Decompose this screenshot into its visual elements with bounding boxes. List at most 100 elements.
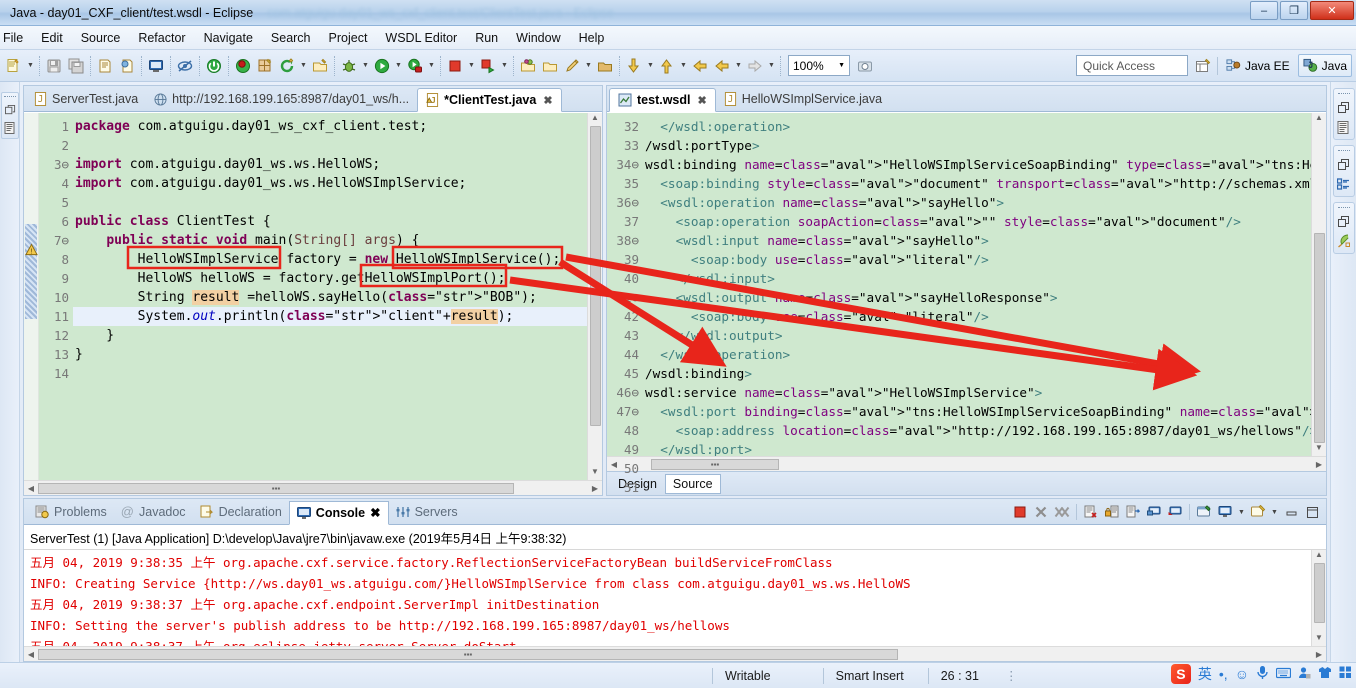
new-project-icon[interactable] — [276, 55, 298, 77]
restore-icon[interactable] — [1337, 101, 1351, 115]
open-task-icon[interactable] — [539, 55, 561, 77]
stop-icon[interactable] — [444, 55, 466, 77]
close-icon[interactable]: ✖ — [698, 94, 707, 107]
left-editor-vscrollbar[interactable]: ▲ ▼ — [587, 113, 602, 480]
remove-all-launches-icon[interactable] — [1052, 502, 1072, 522]
console-vscrollbar[interactable]: ▲ ▼ — [1311, 550, 1326, 646]
tab-server-test-java[interactable]: J ServerTest.java — [26, 87, 146, 111]
new-java-class-icon[interactable] — [254, 55, 276, 77]
run-server-icon[interactable] — [477, 55, 499, 77]
ime-language-icon[interactable]: 英 — [1198, 664, 1212, 684]
tab-javadoc[interactable]: @ Javadoc — [114, 500, 193, 524]
tab-console[interactable]: Console ✖ — [288, 500, 389, 525]
menu-file[interactable]: File — [0, 28, 32, 48]
run-server-dropdown-icon[interactable]: ▼ — [499, 55, 510, 77]
menu-refactor[interactable]: Refactor — [129, 28, 194, 48]
ime-toolbox-icon[interactable] — [1339, 666, 1352, 682]
new-project-dropdown-icon[interactable]: ▼ — [298, 55, 309, 77]
ime-emoji-icon[interactable]: ☺ — [1235, 666, 1249, 682]
restore-icon[interactable] — [1337, 215, 1351, 229]
quick-access-input[interactable]: Quick Access — [1076, 55, 1188, 76]
close-icon[interactable]: ✖ — [370, 505, 380, 520]
ime-user-icon[interactable] — [1298, 666, 1311, 682]
refresh-search-icon[interactable] — [232, 55, 254, 77]
tab-client-test-java[interactable]: J *ClientTest.java ✖ — [417, 88, 562, 112]
run-icon[interactable] — [371, 55, 393, 77]
outline-view-icon[interactable] — [1337, 120, 1351, 134]
console-display-icon[interactable] — [1215, 502, 1235, 522]
left-editor-annotation-column[interactable]: ! — [24, 113, 39, 480]
open-perspective-icon[interactable] — [1192, 55, 1214, 77]
tab-source[interactable]: Source — [664, 473, 721, 494]
terminate-icon[interactable] — [203, 55, 225, 77]
scroll-lock-icon[interactable] — [1102, 502, 1122, 522]
menu-run[interactable]: Run — [466, 28, 507, 48]
maximize-icon[interactable] — [1302, 502, 1322, 522]
rail-grip[interactable] — [1337, 207, 1350, 210]
menu-search[interactable]: Search — [262, 28, 320, 48]
console-hscrollbar[interactable]: ◀ ▪▪▪ ▶ — [24, 646, 1326, 661]
tab-hellowsimplservice-java[interactable]: J HelloWSImplService.java — [716, 87, 890, 111]
clear-console-icon[interactable] — [1081, 502, 1101, 522]
debug-dropdown-icon[interactable]: ▼ — [360, 55, 371, 77]
save-all-icon[interactable] — [65, 55, 87, 77]
tab-test-wsdl[interactable]: test.wsdl ✖ — [609, 88, 716, 112]
run-external-dropdown-icon[interactable]: ▼ — [426, 55, 437, 77]
close-icon[interactable]: ✖ — [543, 94, 552, 107]
open-type-icon[interactable] — [517, 55, 539, 77]
print-icon[interactable] — [94, 55, 116, 77]
tab-wsdl-url[interactable]: http://192.168.199.165:8987/day01_ws/h..… — [146, 87, 417, 111]
left-editor-code[interactable]: package com.atguigu.day01_ws_cxf_client.… — [73, 113, 587, 480]
back-history-icon[interactable] — [689, 55, 711, 77]
next-annotation-dropdown-icon[interactable]: ▼ — [645, 55, 656, 77]
ime-keyboard-icon[interactable] — [1275, 666, 1292, 682]
new-wizard-dropdown-icon[interactable]: ▼ — [25, 55, 36, 77]
display-selected-console-icon[interactable] — [1144, 502, 1164, 522]
terminate-icon[interactable] — [1010, 502, 1030, 522]
menu-source[interactable]: Source — [72, 28, 130, 48]
back-icon[interactable] — [711, 55, 733, 77]
pin-console-icon[interactable] — [1123, 502, 1143, 522]
maximize-button[interactable]: ❐ — [1280, 1, 1308, 20]
rail-grip[interactable] — [4, 96, 16, 99]
new-package-icon[interactable] — [309, 55, 331, 77]
back-dropdown-icon[interactable]: ▼ — [733, 55, 744, 77]
zoom-select[interactable]: 100% ▼ — [788, 55, 850, 76]
run-external-tools-icon[interactable] — [404, 55, 426, 77]
new-wizard-icon[interactable] — [3, 55, 25, 77]
export-icon[interactable] — [116, 55, 138, 77]
tab-servers[interactable]: Servers — [389, 500, 465, 524]
debug-icon[interactable] — [338, 55, 360, 77]
tab-problems[interactable]: Problems — [28, 500, 114, 524]
open-resource-icon[interactable] — [594, 55, 616, 77]
previous-annotation-dropdown-icon[interactable]: ▼ — [678, 55, 689, 77]
stop-dropdown-icon[interactable]: ▼ — [466, 55, 477, 77]
new-console-view-icon[interactable] — [1194, 502, 1214, 522]
ime-punctuation-icon[interactable]: •, — [1219, 666, 1228, 682]
console-log[interactable]: 五月 04, 2019 9:38:35 上午 org.apache.cxf.se… — [24, 550, 1311, 646]
menu-help[interactable]: Help — [570, 28, 614, 48]
screenshot-icon[interactable] — [854, 55, 876, 77]
menu-wsdl-editor[interactable]: WSDL Editor — [376, 28, 466, 48]
left-editor-hscrollbar[interactable]: ◀ ▪▪▪ ▶ — [24, 480, 602, 495]
pencil-dropdown-icon[interactable]: ▼ — [583, 55, 594, 77]
console-dropdown-icon[interactable]: ▼ — [1236, 501, 1247, 523]
pencil-icon[interactable] — [561, 55, 583, 77]
rail-grip[interactable] — [1337, 93, 1350, 96]
forward-icon[interactable] — [744, 55, 766, 77]
next-annotation-icon[interactable] — [623, 55, 645, 77]
right-editor-vscrollbar[interactable]: ▲ ▼ — [1311, 113, 1326, 456]
restore-icon[interactable] — [1337, 158, 1351, 172]
close-button[interactable]: ✕ — [1310, 1, 1354, 20]
remove-launch-icon[interactable] — [1031, 502, 1051, 522]
right-editor-hscrollbar[interactable]: ◀ ▪▪▪ ▶ — [607, 456, 1326, 471]
ime-skin-icon[interactable] — [1318, 666, 1332, 682]
open-console-dropdown-icon[interactable]: ▼ — [1269, 501, 1280, 523]
menu-navigate[interactable]: Navigate — [195, 28, 262, 48]
right-editor-code[interactable]: </wsdl:operation>/wsdl:portType> wsdl:bin… — [643, 113, 1311, 456]
sogou-logo-icon[interactable]: S — [1170, 664, 1191, 684]
open-console-menu-icon[interactable] — [1248, 502, 1268, 522]
console-icon[interactable] — [145, 55, 167, 77]
save-icon[interactable] — [43, 55, 65, 77]
perspective-java-ee[interactable]: Java EE — [1221, 54, 1295, 77]
